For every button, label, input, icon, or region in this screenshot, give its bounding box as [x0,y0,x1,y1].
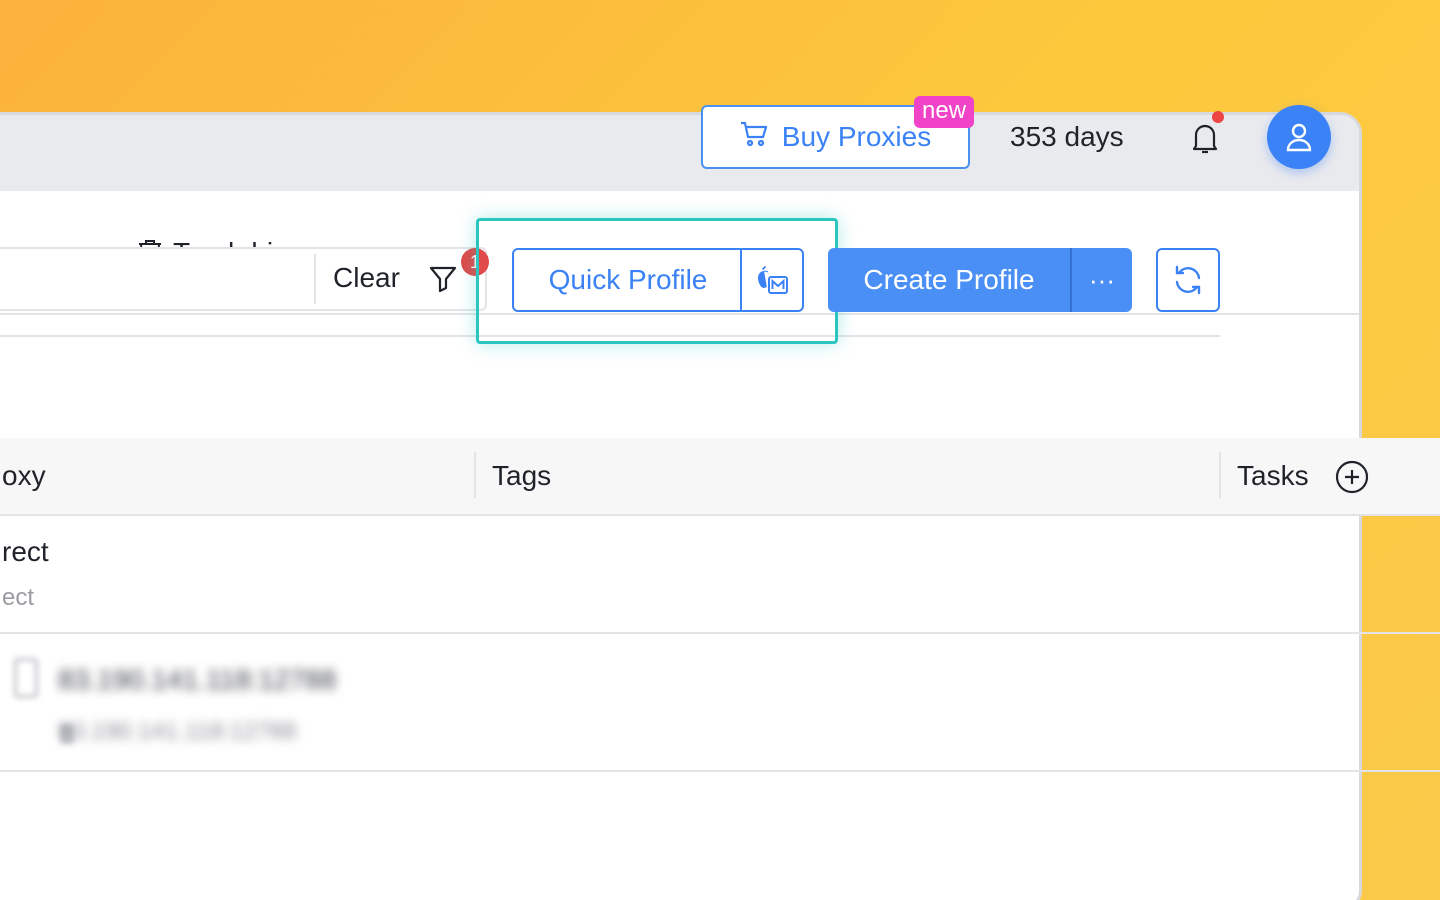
bell-icon[interactable] [1190,121,1220,155]
search-divider [314,254,316,304]
proxy-address-secondary: 83.190.141.118:12788 [58,718,297,745]
table-header [0,438,1440,516]
proxy-icon [14,658,38,698]
proxy-address: 83.190.141.118:12788 [58,664,337,695]
proxy-subtext: ect [2,584,35,611]
quick-profile-button[interactable]: Quick Profile [512,248,742,312]
column-header-tags[interactable]: Tags [492,460,551,492]
new-badge: new [914,96,975,128]
column-header-tasks[interactable]: Tasks [1237,460,1309,492]
subscription-days: 353 days [1010,121,1124,152]
column-divider[interactable] [1219,452,1221,498]
create-profile-more-button[interactable]: ··· [1070,248,1132,312]
refresh-icon [1175,265,1201,295]
quick-profile-os-button[interactable] [740,248,804,312]
quick-profile-label: Quick Profile [548,264,708,295]
avatar[interactable] [1267,105,1331,169]
filter-icon[interactable] [428,264,458,294]
refresh-button[interactable] [1156,248,1220,312]
cart-icon [740,121,768,154]
title-bar [0,115,1359,191]
table-row[interactable] [0,634,1440,772]
proxy-type: rect [2,536,49,567]
clear-button[interactable]: Clear [333,262,400,294]
buy-proxies-label: Buy Proxies [781,121,932,152]
user-icon [1286,123,1312,152]
notification-dot [1212,111,1224,123]
apple-m-icon [758,266,788,294]
create-profile-button[interactable]: Create Profile [828,248,1070,312]
column-divider[interactable] [474,452,476,498]
table-row[interactable] [0,516,1440,634]
add-column-icon[interactable] [1335,460,1369,494]
column-header-proxy[interactable]: oxy [2,460,46,492]
search-input[interactable] [0,247,487,311]
